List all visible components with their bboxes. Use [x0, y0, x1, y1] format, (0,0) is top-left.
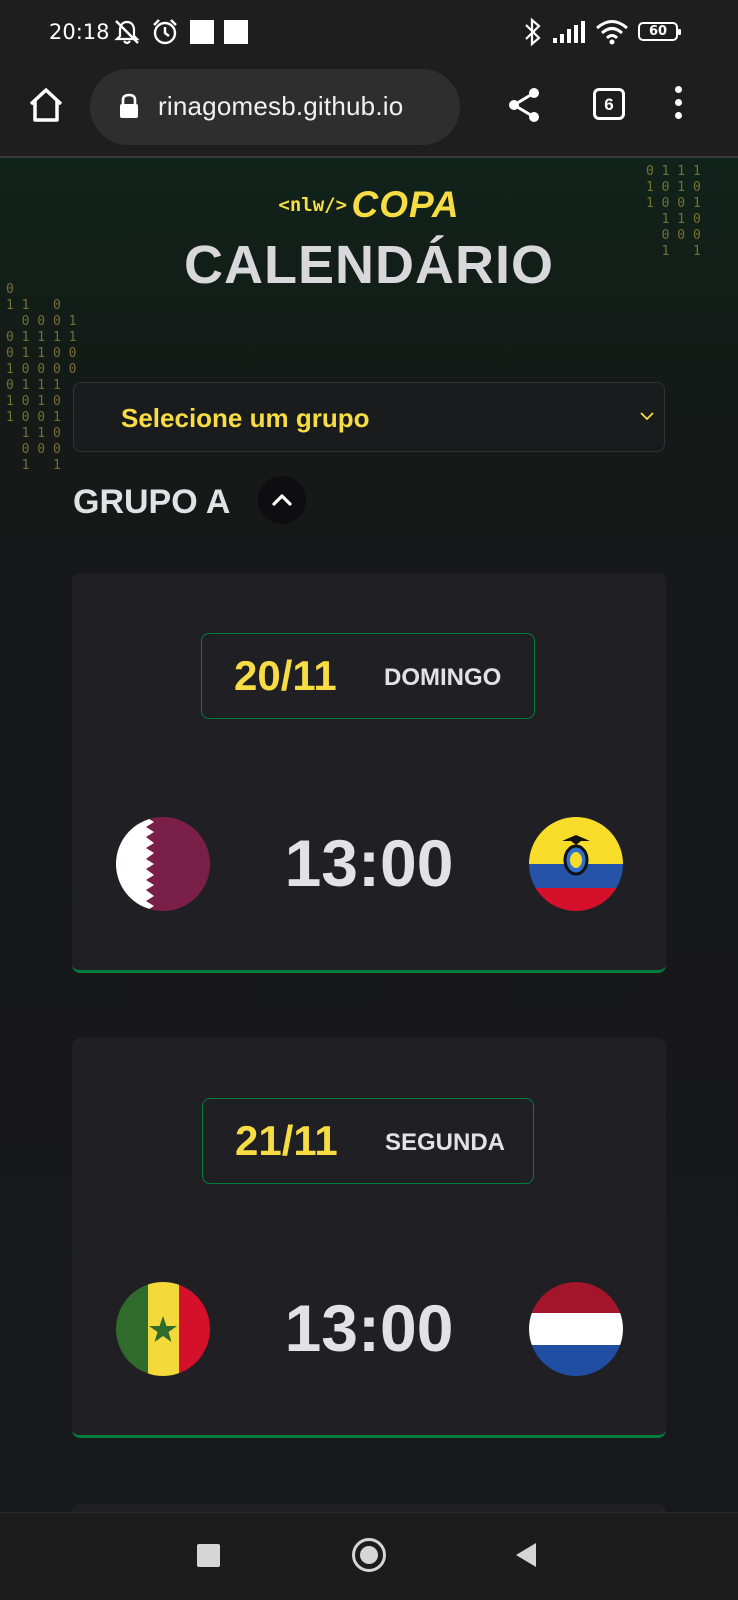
logo-word: COPA: [351, 184, 460, 225]
netherlands-flag-icon: [529, 1282, 623, 1376]
match-weekday: DOMINGO: [384, 664, 502, 691]
page-title: CALENDÁRIO: [184, 235, 554, 295]
logo: <nlw/> COPA: [0, 184, 738, 226]
group-select-value: Selecione um grupo: [121, 403, 370, 433]
match-card: 20/11 DOMINGO 13:00: [72, 573, 666, 973]
status-bar: 20:18 60: [0, 0, 738, 62]
browser-toolbar: rinagomesb.github.io 6: [0, 62, 738, 158]
status-time: 20:18: [49, 20, 110, 44]
match-card-partial: [72, 1504, 666, 1512]
lock-icon: [118, 93, 140, 124]
home-circle-icon[interactable]: [352, 1538, 386, 1572]
alarm-clock-icon: [150, 17, 180, 52]
match-card: 21/11 SEGUNDA 13:00: [72, 1038, 666, 1438]
chevron-up-icon: [272, 494, 292, 506]
group-title: GRUPO A: [73, 483, 231, 521]
match-weekday: SEGUNDA: [385, 1129, 506, 1156]
more-vert-icon[interactable]: [673, 86, 683, 126]
match-date: 21/11: [235, 1117, 338, 1164]
collapse-group-button[interactable]: [258, 476, 306, 524]
wifi-icon: [594, 17, 630, 52]
match-date-box: 20/11 DOMINGO: [201, 633, 535, 719]
system-navigation-bar: [0, 1512, 738, 1600]
tabs-icon[interactable]: 6: [593, 88, 625, 120]
battery-icon: 60: [638, 22, 681, 41]
address-bar[interactable]: rinagomesb.github.io: [90, 69, 460, 145]
group-select[interactable]: Selecione um grupo: [73, 382, 665, 452]
notification-square-icon: [190, 20, 214, 44]
logo-tag: <nlw/>: [278, 194, 348, 216]
notification-square-icon: [224, 20, 248, 44]
home-icon[interactable]: [25, 84, 67, 126]
chevron-down-icon: [638, 409, 656, 427]
url-text: rinagomesb.github.io: [158, 91, 404, 121]
mute-alarm-icon: [112, 17, 142, 52]
share-icon[interactable]: [506, 86, 542, 129]
binary-decoration-left: 0 1 1 0 0 0 0 1 0 1 1 1 1 0 1 1 0 0 1 0 …: [6, 282, 77, 473]
bluetooth-icon: [522, 17, 544, 52]
signal-icon: [552, 17, 588, 52]
page-content: 0 1 1 1 1 0 1 0 1 0 0 1 1 1 0 0 0 0 1 1 …: [0, 158, 738, 1512]
match-date-box: 21/11 SEGUNDA: [202, 1098, 534, 1184]
match-date: 20/11: [234, 652, 337, 699]
recents-square-icon[interactable]: [197, 1544, 220, 1567]
back-triangle-icon[interactable]: [514, 1541, 538, 1574]
ecuador-flag-icon: [529, 817, 623, 911]
